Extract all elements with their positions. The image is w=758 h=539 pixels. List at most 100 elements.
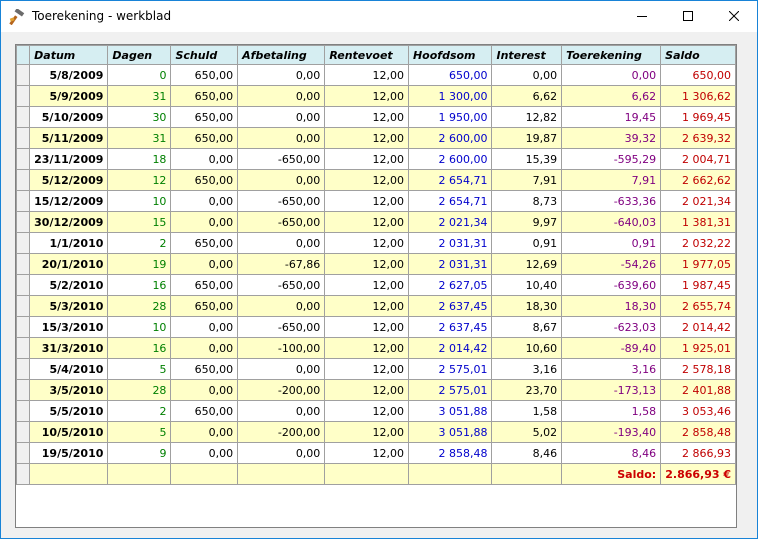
row-indicator[interactable] xyxy=(15,148,31,170)
close-button[interactable] xyxy=(711,1,757,32)
cell-datum[interactable]: 5/3/2010 xyxy=(29,295,109,317)
cell-schuld[interactable]: 0,00 xyxy=(170,421,239,443)
cell-saldo[interactable]: 1 969,45 xyxy=(660,106,736,128)
cell-afbetaling[interactable]: 0,00 xyxy=(237,442,326,464)
cell-rentevoet[interactable]: 12,00 xyxy=(324,337,409,359)
table-row[interactable]: 5/11/2009 31 650,00 0,00 12,00 2 600,00 19,87 3… xyxy=(15,127,736,149)
row-indicator[interactable] xyxy=(15,337,31,359)
cell-toerekening[interactable]: 39,32 xyxy=(561,127,662,149)
cell-toerekening[interactable]: -173,13 xyxy=(561,379,662,401)
cell-rentevoet[interactable]: 12,00 xyxy=(324,106,409,128)
cell-dagen[interactable]: 19 xyxy=(107,253,172,275)
cell-interest[interactable]: 6,62 xyxy=(491,85,563,107)
cell-toerekening[interactable]: 0,91 xyxy=(561,232,662,254)
cell-hoofdsom[interactable]: 2 575,01 xyxy=(407,379,493,401)
cell-saldo[interactable]: 2 014,42 xyxy=(660,316,736,338)
cell-rentevoet[interactable]: 12,00 xyxy=(324,169,409,191)
cell-dagen[interactable]: 2 xyxy=(107,232,172,254)
cell-dagen[interactable]: 2 xyxy=(107,400,172,422)
cell-schuld[interactable]: 0,00 xyxy=(170,379,239,401)
cell-hoofdsom[interactable]: 650,00 xyxy=(407,64,493,86)
cell-datum[interactable]: 1/1/2010 xyxy=(29,232,109,254)
cell-schuld[interactable]: 650,00 xyxy=(170,232,239,254)
cell-toerekening[interactable]: -54,26 xyxy=(561,253,662,275)
cell-datum[interactable]: 5/11/2009 xyxy=(29,127,109,149)
cell-rentevoet[interactable]: 12,00 xyxy=(324,127,409,149)
cell-schuld[interactable]: 650,00 xyxy=(170,169,239,191)
cell-rentevoet[interactable]: 12,00 xyxy=(324,421,409,443)
cell-toerekening[interactable]: -193,40 xyxy=(561,421,662,443)
cell-dagen[interactable]: 0 xyxy=(107,64,172,86)
cell-saldo[interactable]: 2 655,74 xyxy=(660,295,736,317)
cell-hoofdsom[interactable]: 2 654,71 xyxy=(407,169,493,191)
cell-toerekening[interactable]: 19,45 xyxy=(561,106,662,128)
cell-dagen[interactable]: 30 xyxy=(107,106,172,128)
cell-toerekening[interactable]: 8,46 xyxy=(561,442,662,464)
column-header-afbetaling[interactable]: Afbetaling xyxy=(237,45,326,65)
table-row[interactable]: 5/3/2010 28 650,00 0,00 12,00 2 637,45 18,30 18… xyxy=(15,295,736,317)
cell-afbetaling[interactable]: 0,00 xyxy=(237,295,326,317)
cell-afbetaling[interactable]: -100,00 xyxy=(237,337,326,359)
cell-interest[interactable]: 8,73 xyxy=(491,190,563,212)
cell-schuld[interactable]: 650,00 xyxy=(170,358,239,380)
table-row[interactable]: 5/12/2009 12 650,00 0,00 12,00 2 654,71 7,91 7,… xyxy=(15,169,736,191)
cell-datum[interactable]: 5/12/2009 xyxy=(29,169,109,191)
cell-saldo[interactable]: 1 977,05 xyxy=(660,253,736,275)
cell-datum[interactable]: 10/5/2010 xyxy=(29,421,109,443)
cell-interest[interactable]: 23,70 xyxy=(491,379,563,401)
cell-datum[interactable]: 15/12/2009 xyxy=(29,190,109,212)
cell-dagen[interactable]: 28 xyxy=(107,379,172,401)
row-indicator[interactable] xyxy=(15,274,31,296)
cell-saldo[interactable]: 2 662,62 xyxy=(660,169,736,191)
cell-datum[interactable]: 15/3/2010 xyxy=(29,316,109,338)
cell-interest[interactable]: 5,02 xyxy=(491,421,563,443)
cell-datum[interactable]: 5/4/2010 xyxy=(29,358,109,380)
cell-rentevoet[interactable]: 12,00 xyxy=(324,253,409,275)
cell-dagen[interactable]: 16 xyxy=(107,274,172,296)
cell-schuld[interactable]: 0,00 xyxy=(170,190,239,212)
cell-afbetaling[interactable]: 0,00 xyxy=(237,64,326,86)
table-row[interactable]: 3/5/2010 28 0,00 -200,00 12,00 2 575,01 23,70-… xyxy=(15,379,736,401)
table-row[interactable]: 15/3/2010 10 0,00 -650,00 12,00 2 637,45 8,67-… xyxy=(15,316,736,338)
cell-schuld[interactable]: 0,00 xyxy=(170,337,239,359)
cell-afbetaling[interactable]: 0,00 xyxy=(237,106,326,128)
column-header-hoofdsom[interactable]: Hoofdsom xyxy=(407,45,493,65)
cell-saldo[interactable]: 2 004,71 xyxy=(660,148,736,170)
cell-interest[interactable]: 7,91 xyxy=(491,169,563,191)
row-indicator[interactable] xyxy=(15,358,31,380)
cell-hoofdsom[interactable]: 2 600,00 xyxy=(407,148,493,170)
table-row[interactable]: 5/5/2010 2 650,00 0,00 12,00 3 051,88 1,58 1,58… xyxy=(15,400,736,422)
cell-hoofdsom[interactable]: 2 575,01 xyxy=(407,358,493,380)
cell-saldo[interactable]: 2 858,48 xyxy=(660,421,736,443)
cell-dagen[interactable]: 18 xyxy=(107,148,172,170)
cell-datum[interactable]: 31/3/2010 xyxy=(29,337,109,359)
cell-afbetaling[interactable]: -650,00 xyxy=(237,274,326,296)
cell-saldo[interactable]: 1 381,31 xyxy=(660,211,736,233)
row-indicator[interactable] xyxy=(15,127,31,149)
cell-interest[interactable]: 12,69 xyxy=(491,253,563,275)
cell-datum[interactable]: 5/5/2010 xyxy=(29,400,109,422)
cell-schuld[interactable]: 650,00 xyxy=(170,106,239,128)
cell-rentevoet[interactable]: 12,00 xyxy=(324,190,409,212)
cell-interest[interactable]: 12,82 xyxy=(491,106,563,128)
cell-hoofdsom[interactable]: 2 031,31 xyxy=(407,232,493,254)
cell-dagen[interactable]: 28 xyxy=(107,295,172,317)
row-indicator[interactable] xyxy=(15,253,31,275)
cell-hoofdsom[interactable]: 2 600,00 xyxy=(407,127,493,149)
cell-datum[interactable]: 5/10/2009 xyxy=(29,106,109,128)
cell-saldo[interactable]: 2 866,93 xyxy=(660,442,736,464)
cell-dagen[interactable]: 16 xyxy=(107,337,172,359)
cell-dagen[interactable]: 31 xyxy=(107,127,172,149)
cell-afbetaling[interactable]: -200,00 xyxy=(237,421,326,443)
cell-afbetaling[interactable]: 0,00 xyxy=(237,85,326,107)
cell-rentevoet[interactable]: 12,00 xyxy=(324,442,409,464)
cell-hoofdsom[interactable]: 2 014,42 xyxy=(407,337,493,359)
cell-afbetaling[interactable]: -650,00 xyxy=(237,148,326,170)
cell-saldo[interactable]: 650,00 xyxy=(660,64,736,86)
cell-toerekening[interactable]: -89,40 xyxy=(561,337,662,359)
cell-toerekening[interactable]: -595,29 xyxy=(561,148,662,170)
row-indicator[interactable] xyxy=(15,64,31,86)
cell-afbetaling[interactable]: 0,00 xyxy=(237,400,326,422)
cell-hoofdsom[interactable]: 2 021,34 xyxy=(407,211,493,233)
cell-interest[interactable]: 1,58 xyxy=(491,400,563,422)
